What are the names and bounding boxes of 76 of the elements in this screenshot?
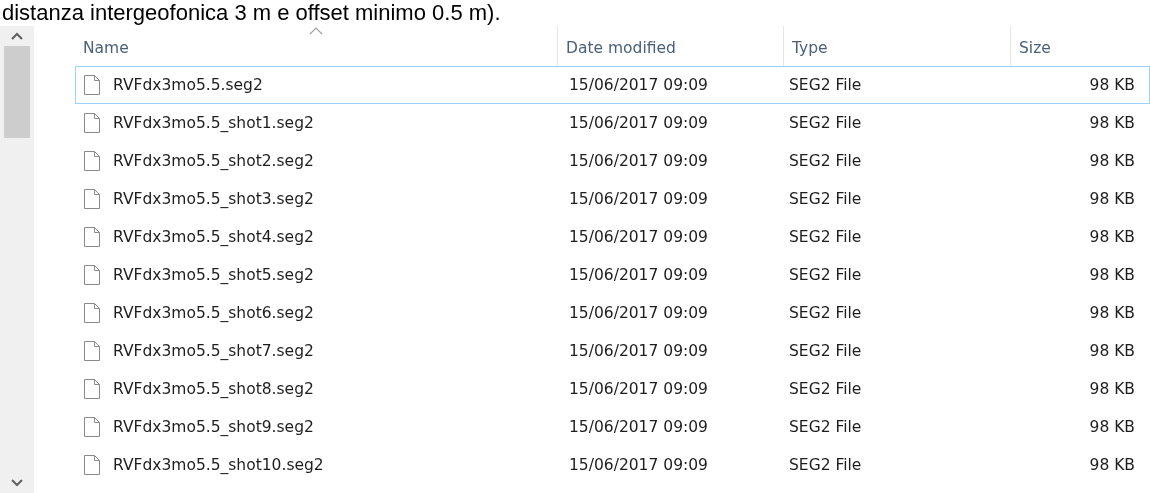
date-cell-text: 15/06/2017 09:09 bbox=[568, 456, 709, 474]
size-cell-text: 98 KB bbox=[1088, 380, 1136, 398]
size-cell-text: 98 KB bbox=[1088, 114, 1136, 132]
date-cell-text: 15/06/2017 09:09 bbox=[568, 266, 709, 284]
type-cell-text: SEG2 File bbox=[788, 228, 863, 246]
date-cell-text: 15/06/2017 09:09 bbox=[568, 76, 709, 94]
type-cell-text: SEG2 File bbox=[788, 190, 863, 208]
type-cell-text: SEG2 File bbox=[788, 380, 863, 398]
file-row[interactable]: RVFdx3mo5.5_shot8.seg2 15/06/2017 09:09 SEG2 File 98 KB bbox=[75, 370, 1150, 408]
file-row[interactable]: RVFdx3mo5.5_shot5.seg2 15/06/2017 09:09 SEG2 File 98 KB bbox=[75, 256, 1150, 294]
column-header[interactable]: Date modified bbox=[557, 26, 783, 66]
size-cell-text: 98 KB bbox=[1088, 190, 1136, 208]
file-icon bbox=[84, 75, 100, 95]
column-header[interactable]: Type bbox=[783, 26, 1010, 66]
date-cell-text: 15/06/2017 09:09 bbox=[568, 228, 709, 246]
scroll-up-icon[interactable] bbox=[11, 32, 23, 40]
type-cell-text: SEG2 File bbox=[788, 114, 863, 132]
file-icon bbox=[84, 303, 100, 323]
column-header[interactable]: Size bbox=[1010, 26, 1140, 66]
file-icon bbox=[84, 227, 100, 247]
size-cell-text: 98 KB bbox=[1088, 76, 1136, 94]
file-icon bbox=[84, 417, 100, 437]
file-name: RVFdx3mo5.5_shot4.seg2 bbox=[113, 228, 314, 246]
size-cell-text: 98 KB bbox=[1088, 152, 1136, 170]
file-name: RVFdx3mo5.5_shot9.seg2 bbox=[113, 418, 314, 436]
scrollbar[interactable] bbox=[0, 26, 34, 493]
file-name: RVFdx3mo5.5_shot8.seg2 bbox=[113, 380, 314, 398]
file-row[interactable]: RVFdx3mo5.5_shot1.seg2 15/06/2017 09:09 SEG2 File 98 KB bbox=[75, 104, 1150, 142]
size-cell-text: 98 KB bbox=[1088, 342, 1136, 360]
type-cell-text: SEG2 File bbox=[788, 418, 863, 436]
date-cell-text: 15/06/2017 09:09 bbox=[568, 380, 709, 398]
type-cell-text: SEG2 File bbox=[788, 456, 863, 474]
file-row[interactable]: RVFdx3mo5.5_shot9.seg2 15/06/2017 09:09 SEG2 File 98 KB bbox=[75, 408, 1150, 446]
file-row[interactable]: RVFdx3mo5.5_shot7.seg2 15/06/2017 09:09 SEG2 File 98 KB bbox=[75, 332, 1150, 370]
size-cell-text: 98 KB bbox=[1088, 456, 1136, 474]
file-name: RVFdx3mo5.5_shot1.seg2 bbox=[113, 114, 314, 132]
file-name: RVFdx3mo5.5_shot5.seg2 bbox=[113, 266, 314, 284]
date-cell-text: 15/06/2017 09:09 bbox=[568, 152, 709, 170]
file-row[interactable]: RVFdx3mo5.5_shot3.seg2 15/06/2017 09:09 SEG2 File 98 KB bbox=[75, 180, 1150, 218]
date-cell-text: 15/06/2017 09:09 bbox=[568, 304, 709, 322]
date-cell-text: 15/06/2017 09:09 bbox=[568, 114, 709, 132]
size-cell-text: 98 KB bbox=[1088, 304, 1136, 322]
file-icon bbox=[84, 189, 100, 209]
date-cell-text: 15/06/2017 09:09 bbox=[568, 190, 709, 208]
file-row[interactable]: RVFdx3mo5.5_shot4.seg2 15/06/2017 09:09 SEG2 File 98 KB bbox=[75, 218, 1150, 256]
file-name: RVFdx3mo5.5_shot2.seg2 bbox=[113, 152, 314, 170]
date-cell-text: 15/06/2017 09:09 bbox=[568, 342, 709, 360]
file-icon bbox=[84, 265, 100, 285]
size-cell-text: 98 KB bbox=[1088, 418, 1136, 436]
file-row[interactable]: RVFdx3mo5.5_shot6.seg2 15/06/2017 09:09 SEG2 File 98 KB bbox=[75, 294, 1150, 332]
file-name: RVFdx3mo5.5_shot3.seg2 bbox=[113, 190, 314, 208]
file-icon bbox=[84, 151, 100, 171]
size-cell-text: 98 KB bbox=[1088, 266, 1136, 284]
sort-caret-icon bbox=[309, 27, 323, 35]
file-row[interactable]: RVFdx3mo5.5_shot2.seg2 15/06/2017 09:09 SEG2 File 98 KB bbox=[75, 142, 1150, 180]
type-cell-text: SEG2 File bbox=[788, 76, 863, 94]
file-icon bbox=[84, 455, 100, 475]
scroll-down-icon[interactable] bbox=[11, 479, 23, 487]
type-cell-text: SEG2 File bbox=[788, 342, 863, 360]
file-icon bbox=[84, 113, 100, 133]
file-row[interactable]: RVFdx3mo5.5_shot10.seg2 15/06/2017 09:09 SEG2 File 98 KB bbox=[75, 446, 1150, 484]
file-icon bbox=[84, 379, 100, 399]
column-header[interactable]: Name bbox=[75, 26, 557, 66]
file-name: RVFdx3mo5.5_shot6.seg2 bbox=[113, 304, 314, 322]
scrollbar-thumb[interactable] bbox=[4, 46, 30, 138]
type-cell-text: SEG2 File bbox=[788, 152, 863, 170]
type-cell-text: SEG2 File bbox=[788, 304, 863, 322]
file-name: RVFdx3mo5.5_shot7.seg2 bbox=[113, 342, 314, 360]
file-row[interactable]: RVFdx3mo5.5.seg2 15/06/2017 09:09 SEG2 File 98 KB bbox=[75, 66, 1150, 104]
date-cell-text: 15/06/2017 09:09 bbox=[568, 418, 709, 436]
caption-text: distanza intergeofonica 3 m e offset minimo 0.5 m). bbox=[1, 0, 502, 26]
file-icon bbox=[84, 341, 100, 361]
file-name: RVFdx3mo5.5_shot10.seg2 bbox=[113, 456, 324, 474]
type-cell-text: SEG2 File bbox=[788, 266, 863, 284]
file-name: RVFdx3mo5.5.seg2 bbox=[113, 76, 263, 94]
size-cell-text: 98 KB bbox=[1088, 228, 1136, 246]
